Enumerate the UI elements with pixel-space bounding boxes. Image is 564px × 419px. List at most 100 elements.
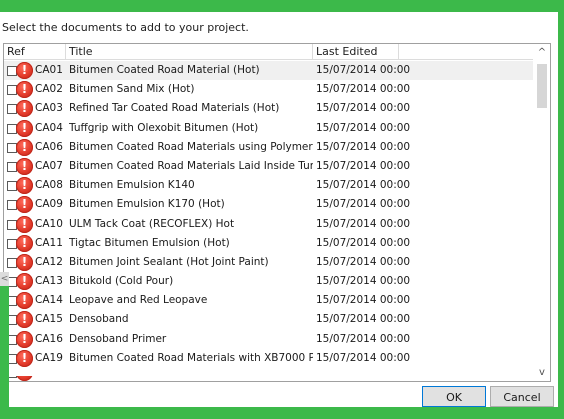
alert-icon: ! — [16, 215, 33, 233]
row-last-edited: 15/07/2014 00:00 — [316, 198, 411, 211]
row-ref: CA11 — [35, 236, 63, 249]
list-item[interactable]: ! CA10 ULM Tack Coat (RECOFLEX) Hot 15/07/2… — [4, 215, 533, 234]
row-ref: CA19 — [35, 351, 63, 364]
list-item[interactable]: ! CA06 Bitumen Coated Road Materials using… — [4, 138, 533, 157]
row-last-edited: 15/07/2014 00:00 — [316, 351, 411, 364]
chevron-down-icon[interactable]: v — [534, 364, 550, 381]
list-item[interactable]: ! CA03 Refined Tar Coated Road Materials (… — [4, 99, 533, 118]
collapse-handle[interactable]: < — [0, 272, 9, 286]
row-title: Bitumen Emulsion K170 (Hot) — [69, 198, 225, 211]
row-last-edited: 15/07/2014 00:00 — [316, 332, 411, 345]
alert-icon: ! — [16, 330, 33, 348]
row-ref: CA10 — [35, 217, 63, 230]
row-title: Tuffgrip with Olexobit Bitumen (Hot) — [69, 121, 259, 134]
row-title: Bitumen Emulsion K140 — [69, 179, 195, 192]
list-item-partial[interactable]: ! — [4, 376, 533, 381]
row-ref: CA08 — [35, 179, 63, 192]
vertical-scrollbar[interactable]: ^ v — [534, 44, 550, 381]
scrollbar-thumb[interactable] — [537, 64, 547, 108]
row-title: Leopave and Red Leopave — [69, 294, 208, 307]
alert-icon: ! — [16, 196, 33, 214]
alert-icon: ! — [16, 273, 33, 291]
list-item[interactable]: ! CA13 Bitukold (Cold Pour) 15/07/2014 00:0… — [4, 272, 533, 291]
alert-icon: ! — [16, 119, 33, 137]
row-last-edited: 15/07/2014 00:00 — [316, 140, 411, 153]
chevron-up-icon[interactable]: ^ — [534, 44, 550, 61]
column-header-ref[interactable]: Ref — [4, 44, 66, 59]
row-title: Bitukold (Cold Pour) — [69, 275, 174, 288]
row-title: Bitumen Joint Sealant (Hot Joint Paint) — [69, 255, 269, 268]
ok-button[interactable]: OK — [422, 386, 486, 407]
alert-icon: ! — [16, 349, 33, 367]
list-item[interactable]: ! CA12 Bitumen Joint Sealant (Hot Joint Pa… — [4, 253, 533, 272]
background-left-strip — [0, 283, 9, 419]
row-title: ULM Tack Coat (RECOFLEX) Hot — [69, 217, 235, 230]
row-ref: CA06 — [35, 140, 63, 153]
list-item[interactable]: ! CA14 Leopave and Red Leopave 15/07/2014 0… — [4, 291, 533, 310]
background-right-band — [558, 0, 564, 419]
row-ref: CA14 — [35, 294, 63, 307]
list-header: Ref Title Last Edited — [4, 44, 533, 60]
list-item[interactable]: ! CA11 Tigtac Bitumen Emulsion (Hot) 15/07/… — [4, 234, 533, 253]
row-title: Densoband Primer — [69, 332, 167, 345]
row-title: Refined Tar Coated Road Materials (Hot) — [69, 102, 280, 115]
instruction-text: Select the documents to add to your proj… — [2, 21, 249, 34]
list-item[interactable]: ! CA04 Tuffgrip with Olexobit Bitumen (Hot… — [4, 119, 533, 138]
alert-icon: ! — [16, 177, 33, 195]
row-last-edited: 15/07/2014 00:00 — [316, 313, 411, 326]
row-last-edited: 15/07/2014 00:00 — [316, 83, 411, 96]
alert-icon: ! — [16, 138, 33, 156]
row-ref: CA15 — [35, 313, 63, 326]
column-header-last-edited[interactable]: Last Edited — [313, 44, 399, 59]
alert-icon: ! — [16, 62, 33, 79]
cancel-button[interactable]: Cancel — [490, 386, 554, 407]
background-top-band — [0, 0, 564, 12]
row-ref: CA02 — [35, 83, 63, 96]
list-item[interactable]: ! CA08 Bitumen Emulsion K140 15/07/2014 00:… — [4, 176, 533, 195]
row-title: Bitumen Coated Road Material (Hot) — [69, 64, 260, 76]
list-rows: ! CA01 Bitumen Coated Road Material (Hot) 1… — [4, 61, 533, 368]
alert-icon: ! — [16, 292, 33, 310]
row-title: Densoband — [69, 313, 129, 326]
row-ref: CA12 — [35, 255, 63, 268]
row-ref: CA16 — [35, 332, 63, 345]
row-ref: CA01 — [35, 64, 63, 76]
row-last-edited: 15/07/2014 00:00 — [316, 179, 411, 192]
list-item[interactable]: ! CA16 Densoband Primer 15/07/2014 00:00 — [4, 330, 533, 349]
row-ref: CA09 — [35, 198, 63, 211]
row-ref: CA13 — [35, 275, 63, 288]
add-documents-dialog: Select the documents to add to your proj… — [0, 12, 558, 407]
document-list[interactable]: Ref Title Last Edited ! CA01 Bitumen Coate… — [3, 43, 551, 382]
alert-icon: ! — [16, 100, 33, 118]
column-header-title[interactable]: Title — [66, 44, 313, 59]
list-item[interactable]: ! CA02 Bitumen Sand Mix (Hot) 15/07/2014 00… — [4, 80, 533, 99]
alert-icon: ! — [16, 234, 33, 252]
row-title: Bitumen Sand Mix (Hot) — [69, 83, 195, 96]
row-title: Bitumen Coated Road Materials using Poly… — [69, 140, 313, 153]
row-ref: CA07 — [35, 159, 63, 172]
row-last-edited: 15/07/2014 00:00 — [316, 275, 411, 288]
row-title: Tigtac Bitumen Emulsion (Hot) — [69, 236, 230, 249]
list-item[interactable]: ! CA09 Bitumen Emulsion K170 (Hot) 15/07/20… — [4, 195, 533, 214]
row-last-edited: 15/07/2014 00:00 — [316, 255, 411, 268]
row-title: Bitumen Coated Road Materials with XB700… — [69, 351, 313, 364]
alert-icon: ! — [16, 81, 33, 99]
row-ref: CA04 — [35, 121, 63, 134]
row-last-edited: 15/07/2014 00:00 — [316, 121, 411, 134]
alert-icon: ! — [16, 376, 33, 381]
row-ref: CA03 — [35, 102, 63, 115]
list-item[interactable]: ! CA19 Bitumen Coated Road Materials with … — [4, 349, 533, 368]
alert-icon: ! — [16, 157, 33, 175]
row-last-edited: 15/07/2014 00:00 — [316, 159, 411, 172]
row-last-edited: 15/07/2014 00:00 — [316, 236, 411, 249]
list-item[interactable]: ! CA07 Bitumen Coated Road Materials Laid … — [4, 157, 533, 176]
row-last-edited: 15/07/2014 00:00 — [316, 294, 411, 307]
alert-icon: ! — [16, 253, 33, 271]
row-title: Bitumen Coated Road Materials Laid Insid… — [69, 159, 313, 172]
row-last-edited: 15/07/2014 00:00 — [316, 102, 411, 115]
row-last-edited: 15/07/2014 00:00 — [316, 217, 411, 230]
row-last-edited: 15/07/2014 00:00 — [316, 64, 411, 76]
list-item[interactable]: ! CA01 Bitumen Coated Road Material (Hot) 1… — [4, 61, 533, 81]
list-item[interactable]: ! CA15 Densoband 15/07/2014 00:00 — [4, 310, 533, 329]
alert-icon: ! — [16, 311, 33, 329]
